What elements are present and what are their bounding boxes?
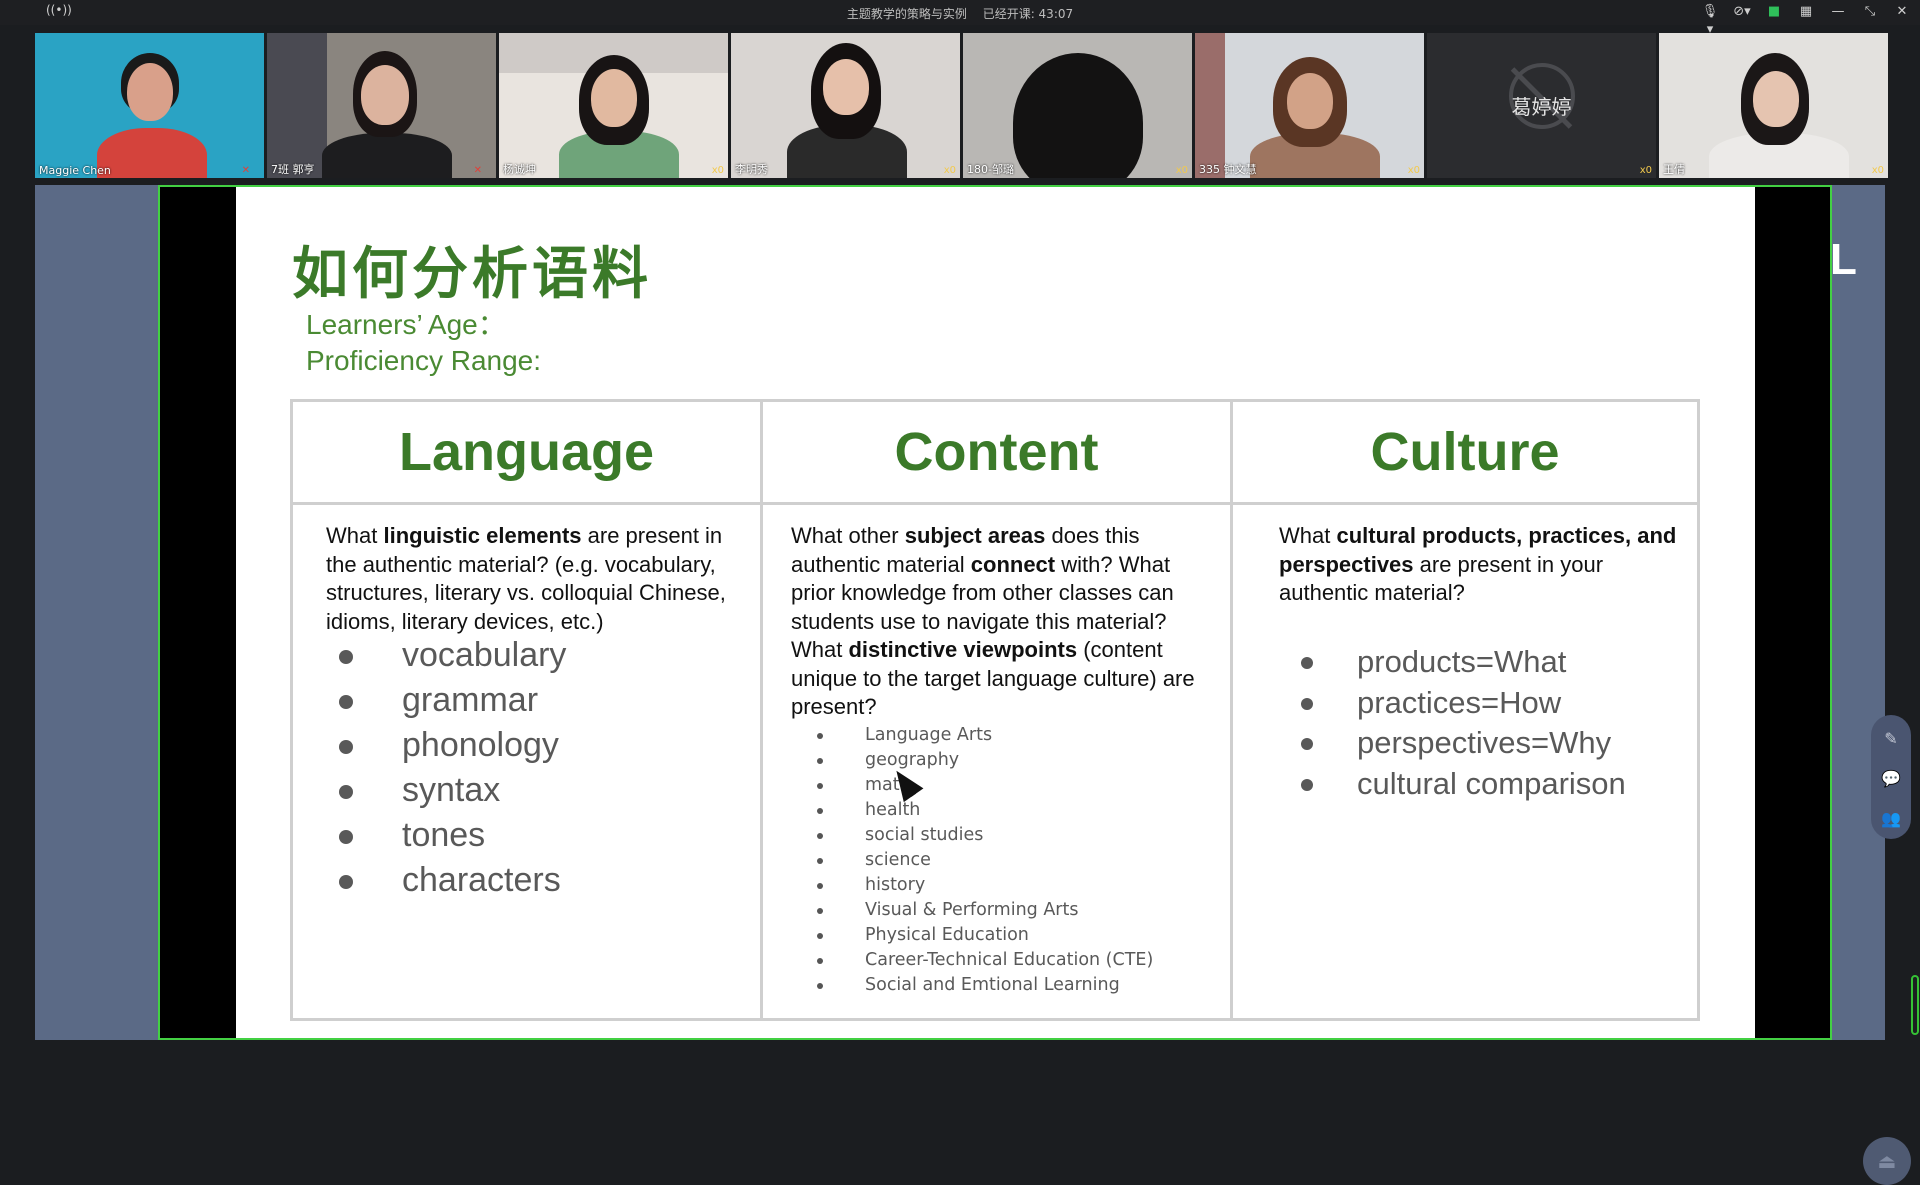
participant-video <box>591 69 637 127</box>
list-item: tones <box>339 813 566 858</box>
scrollbar[interactable] <box>1911 975 1919 1035</box>
participant-video <box>97 128 207 178</box>
list-item: products=What <box>1301 642 1626 683</box>
restore-icon[interactable]: ⤡ <box>1860 3 1880 21</box>
trophy-badge: x0 <box>1639 165 1652 176</box>
list-item: syntax <box>339 768 566 813</box>
participant-video <box>127 63 173 121</box>
culture-cell: What cultural products, practices, and p… <box>1233 505 1697 1018</box>
list-item: characters <box>339 858 566 903</box>
camera-off-icon[interactable]: ⊘▾ <box>1732 3 1752 21</box>
participant-name: 王倩 <box>1663 163 1685 176</box>
list-item: cultural comparison <box>1301 764 1626 805</box>
list-item: health <box>817 798 1153 823</box>
list-item: grammar <box>339 678 566 723</box>
content-list: Language Arts geography math health soci… <box>817 723 1153 998</box>
learners-age-label: Learners’ Age： <box>306 309 506 340</box>
trophy-badge: x0 <box>711 165 724 176</box>
edit-icon[interactable]: ✎ <box>1871 723 1911 755</box>
list-item: Social and Emtional Learning <box>817 973 1153 998</box>
framework-table: Language Content Culture What linguistic… <box>290 399 1700 1021</box>
participant-name: Maggie Chen <box>39 164 111 177</box>
participant-video <box>823 59 869 115</box>
content-question: What other subject areas does this authe… <box>791 523 1195 719</box>
list-item: science <box>817 848 1153 873</box>
culture-list: products=What practices=How perspectives… <box>1301 642 1626 804</box>
session-title: 主题教学的策略与实例 已经开课: 43:07 <box>0 5 1920 22</box>
participant-video <box>267 33 327 178</box>
participant-name: 180-邹璐 <box>967 163 1014 176</box>
language-cell: What linguistic elements are present in … <box>293 505 763 1018</box>
window-controls: 🎙▾ ⊘▾ ■ ▦ — ⤡ ✕ <box>1700 3 1912 37</box>
list-item: perspectives=Why <box>1301 723 1626 764</box>
participant-video <box>1195 33 1225 178</box>
minimize-icon[interactable]: — <box>1828 3 1848 21</box>
participant-tile[interactable]: 杨诚坤 x0 <box>499 33 728 178</box>
list-item: social studies <box>817 823 1153 848</box>
list-item: Career-Technical Education (CTE) <box>817 948 1153 973</box>
grid-icon[interactable]: ▦ <box>1796 3 1816 21</box>
participant-video <box>1287 73 1333 129</box>
list-item: geography <box>817 748 1153 773</box>
floating-action-button[interactable]: ⏏ <box>1863 1137 1911 1185</box>
trophy-badge: x0 <box>943 165 956 176</box>
trophy-badge: x0 <box>1175 165 1188 176</box>
presentation-slide: 如何分析语料 Learners’ Age： Proficiency Range:… <box>236 187 1755 1038</box>
list-item: Language Arts <box>817 723 1153 748</box>
trophy-badge: x0 <box>1871 165 1884 176</box>
column-header-content: Content <box>763 402 1233 505</box>
list-item: Physical Education <box>817 923 1153 948</box>
video-icon[interactable]: ■ <box>1764 3 1784 21</box>
participant-tile[interactable]: Maggie Chen ✕ <box>35 33 264 178</box>
participant-tile[interactable]: 180-邹璐 x0 <box>963 33 1192 178</box>
participant-tile[interactable]: 李明秀 x0 <box>731 33 960 178</box>
participant-tile[interactable]: 7班 郭亨 ✕ <box>267 33 496 178</box>
column-header-culture: Culture <box>1233 402 1697 505</box>
participant-tile[interactable]: 335 钟文慧 x0 <box>1195 33 1424 178</box>
list-item: Visual & Performing Arts <box>817 898 1153 923</box>
elapsed-time: 已经开课: 43:07 <box>982 7 1074 21</box>
list-item: history <box>817 873 1153 898</box>
course-title: 主题教学的策略与实例 <box>846 7 967 21</box>
column-header-language: Language <box>293 402 763 505</box>
side-toolbar: ✎ 💬 👥 <box>1871 715 1911 839</box>
participant-display-name: 葛婷婷 <box>1511 95 1572 119</box>
list-item: math <box>817 773 1153 798</box>
slide-meta: Learners’ Age： Proficiency Range: <box>306 307 541 379</box>
mic-icon[interactable]: 🎙▾ <box>1700 3 1720 37</box>
participant-video <box>1013 53 1143 178</box>
language-list: vocabulary grammar phonology syntax tone… <box>339 633 566 903</box>
participant-name: 杨诚坤 <box>503 163 536 176</box>
trophy-badge: x0 <box>1407 165 1420 176</box>
culture-question: What cultural products, practices, and p… <box>1279 523 1677 605</box>
participant-tile[interactable]: 王倩 x0 <box>1659 33 1888 178</box>
shared-screen-stage: 如何分析语料 Learners’ Age： Proficiency Range:… <box>35 185 1911 1185</box>
participant-name: 7班 郭亨 <box>271 163 315 176</box>
participant-video <box>361 65 409 125</box>
language-question: What linguistic elements are present in … <box>326 523 726 634</box>
chat-icon[interactable]: 💬 <box>1871 763 1911 795</box>
proficiency-range-label: Proficiency Range: <box>306 345 542 376</box>
participant-name: 335 钟文慧 <box>1199 163 1257 176</box>
list-item: practices=How <box>1301 683 1626 724</box>
participant-video-strip: Maggie Chen ✕ 7班 郭亨 ✕ 杨诚坤 x0 李明秀 x0 180-… <box>35 33 1888 178</box>
participant-video <box>1753 71 1799 127</box>
participant-name: 李明秀 <box>735 163 768 176</box>
close-icon[interactable]: ✕ <box>1892 3 1912 21</box>
mic-muted-icon: ✕ <box>473 165 482 176</box>
mic-muted-icon: ✕ <box>241 165 250 176</box>
participant-video <box>322 133 452 178</box>
list-item: vocabulary <box>339 633 566 678</box>
content-cell: What other subject areas does this authe… <box>763 505 1233 1018</box>
window-titlebar: ((•)) 主题教学的策略与实例 已经开课: 43:07 🎙▾ ⊘▾ ■ ▦ —… <box>0 0 1920 37</box>
slide-edge-letter: L <box>1830 235 1857 284</box>
users-icon[interactable]: 👥 <box>1871 803 1911 835</box>
list-item: phonology <box>339 723 566 768</box>
participant-tile[interactable]: 葛婷婷 x0 <box>1427 33 1656 178</box>
slide-title: 如何分析语料 <box>292 241 652 307</box>
